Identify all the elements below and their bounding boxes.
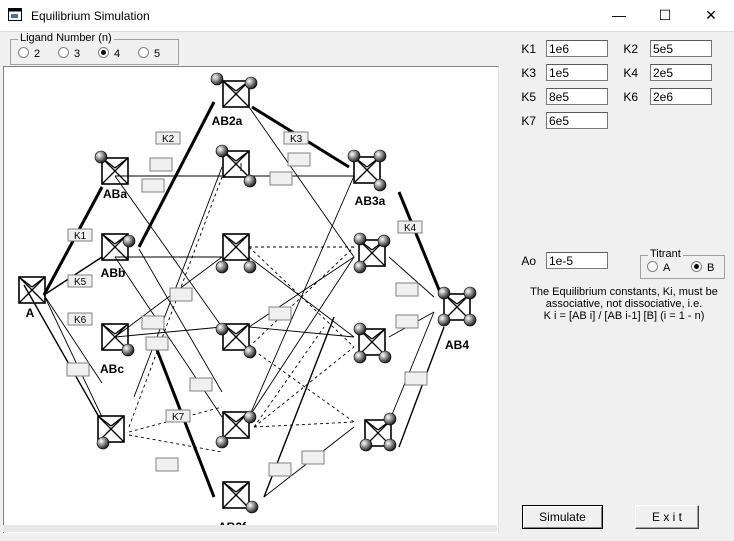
- label-ABb: ABb: [101, 266, 126, 280]
- k6-label: K6: [623, 90, 638, 104]
- diagram-scrollbar[interactable]: [3, 525, 497, 532]
- ligand-number-label: Ligand Number (n): [18, 32, 114, 44]
- title-bar: Equilibrium Simulation — ☐ ✕: [0, 0, 734, 32]
- ligand-radio-2[interactable]: 2: [18, 47, 40, 61]
- app-icon: [8, 8, 22, 21]
- maximize-icon: ☐: [658, 7, 672, 23]
- k3-label: K3: [521, 66, 536, 80]
- k7-input[interactable]: 6e5: [546, 112, 608, 129]
- equilibrium-diagram: A ABa ABb ABc AB2a AB2f AB3a AB4 K1 K5 K…: [3, 66, 499, 533]
- ao-label: Ao: [521, 254, 536, 268]
- k5-label: K5: [521, 90, 536, 104]
- species-AB2a: [210, 72, 258, 108]
- label-AB3a: AB3a: [355, 194, 386, 208]
- species-AB3a: [347, 149, 387, 192]
- ligand-radio-4[interactable]: 4: [98, 47, 120, 61]
- edge-label-K2: K2: [162, 134, 175, 145]
- label-AB4: AB4: [445, 338, 469, 352]
- edge-label-K7: K7: [172, 412, 185, 423]
- ao-input[interactable]: 1e-5: [546, 252, 608, 269]
- species-ABc: [101, 323, 135, 357]
- exit-button[interactable]: E x i t: [635, 505, 699, 529]
- species-AB2b: [215, 144, 257, 188]
- titrant-radio-a[interactable]: A: [647, 261, 670, 275]
- species-unlabeled-ab: [96, 415, 125, 450]
- label-ABa: ABa: [103, 187, 127, 201]
- species-AB4: [437, 286, 477, 327]
- species-AB2d: [215, 322, 257, 359]
- species-ABa: [94, 150, 129, 185]
- ligand-radio-5[interactable]: 5: [138, 47, 160, 61]
- k4-label: K4: [623, 66, 638, 80]
- species-AB3c: [353, 322, 392, 364]
- titrant-radio-b[interactable]: B: [691, 261, 714, 275]
- k1-label: K1: [521, 42, 536, 56]
- species-ABb: [101, 233, 136, 261]
- note-line-2: associative, not dissociative, i.e.: [545, 298, 703, 310]
- label-A: A: [26, 306, 35, 320]
- species-AB2c: [215, 233, 257, 274]
- window-title: Equilibrium Simulation: [31, 9, 150, 23]
- note-line-3: K i = [AB i] / [AB i-1] [B] (i = 1 - n): [543, 310, 705, 322]
- species-AB2f: [222, 481, 259, 514]
- minimize-icon: —: [612, 7, 626, 23]
- ligand-radio-3[interactable]: 3: [58, 47, 80, 61]
- k7-label: K7: [521, 114, 536, 128]
- close-button[interactable]: ✕: [688, 0, 734, 31]
- k4-input[interactable]: 2e5: [650, 64, 712, 81]
- k2-label: K2: [623, 42, 638, 56]
- edge-label-K3: K3: [290, 134, 303, 145]
- close-icon: ✕: [705, 7, 717, 23]
- k6-input[interactable]: 2e6: [650, 88, 712, 105]
- edge-label-K6: K6: [74, 315, 87, 326]
- equilibrium-note: The Equilibrium constants, Ki, must be a…: [526, 286, 722, 322]
- k2-input[interactable]: 5e5: [650, 40, 712, 57]
- maximize-button[interactable]: ☐: [642, 0, 688, 31]
- note-line-1: The Equilibrium constants, Ki, must be: [530, 286, 718, 298]
- species-AB3b: [353, 232, 391, 274]
- edge-label-K5: K5: [74, 277, 87, 288]
- edge-label-K4: K4: [404, 223, 417, 234]
- species-AB3d: [359, 412, 397, 452]
- edge-label-K1: K1: [74, 231, 87, 242]
- label-ABc: ABc: [100, 362, 124, 376]
- minimize-button[interactable]: —: [596, 0, 642, 31]
- simulate-button[interactable]: Simulate: [522, 505, 603, 529]
- label-AB2a: AB2a: [212, 114, 243, 128]
- titrant-label: Titrant: [648, 248, 683, 260]
